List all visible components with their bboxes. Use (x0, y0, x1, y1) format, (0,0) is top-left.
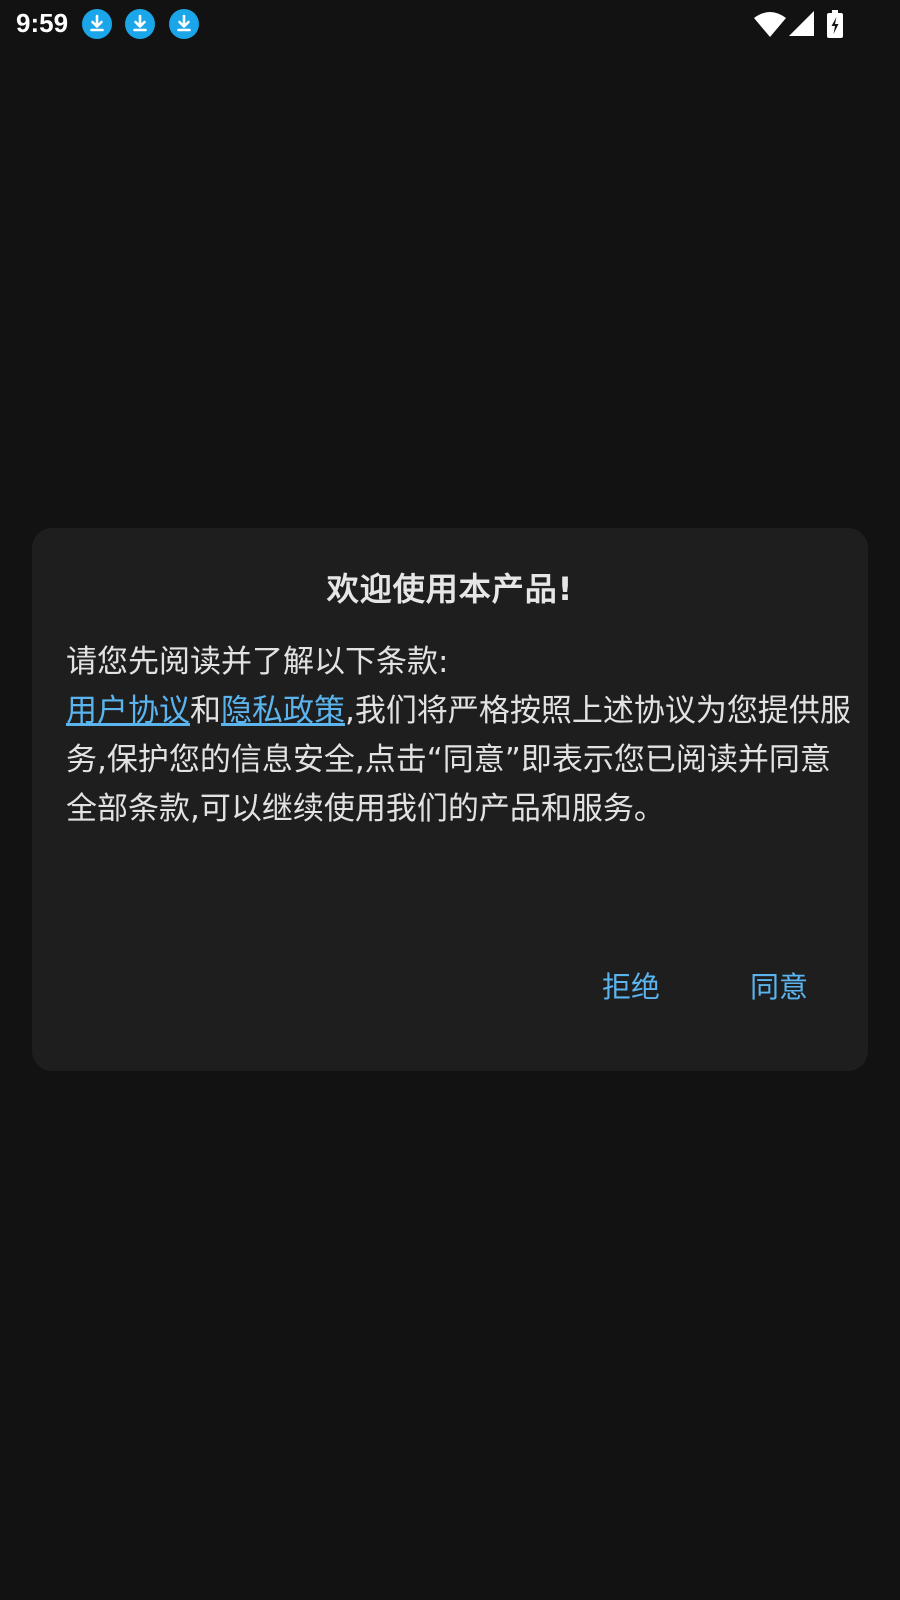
and-text: 和 (190, 693, 221, 729)
signal-icon (788, 10, 814, 42)
dialog-intro: 请您先阅读并了解以下条款: (66, 644, 449, 680)
battery-charging-icon (826, 10, 844, 42)
status-bar: 9:59 (0, 0, 900, 50)
dialog-body: 请您先阅读并了解以下条款: 用户协议和隐私政策,我们将严格按照上述协议为您提供服… (66, 638, 856, 834)
privacy-policy-link[interactable]: 隐私政策 (221, 693, 345, 729)
agree-button[interactable]: 同意 (750, 964, 808, 1006)
download-icon (125, 9, 155, 39)
screen: 9:59 欢迎使用本产品! 请您先阅读并了解以下条款: 用户协议和隐私政策,我们… (0, 0, 900, 1600)
download-icon (82, 9, 112, 39)
reject-button[interactable]: 拒绝 (602, 964, 660, 1006)
dialog-title: 欢迎使用本产品! (326, 570, 574, 608)
consent-dialog: 欢迎使用本产品! 请您先阅读并了解以下条款: 用户协议和隐私政策,我们将严格按照… (32, 528, 868, 1071)
wifi-icon (754, 10, 786, 42)
status-time: 9:59 (16, 8, 69, 38)
download-icon (169, 9, 199, 39)
user-agreement-link[interactable]: 用户协议 (66, 693, 190, 729)
